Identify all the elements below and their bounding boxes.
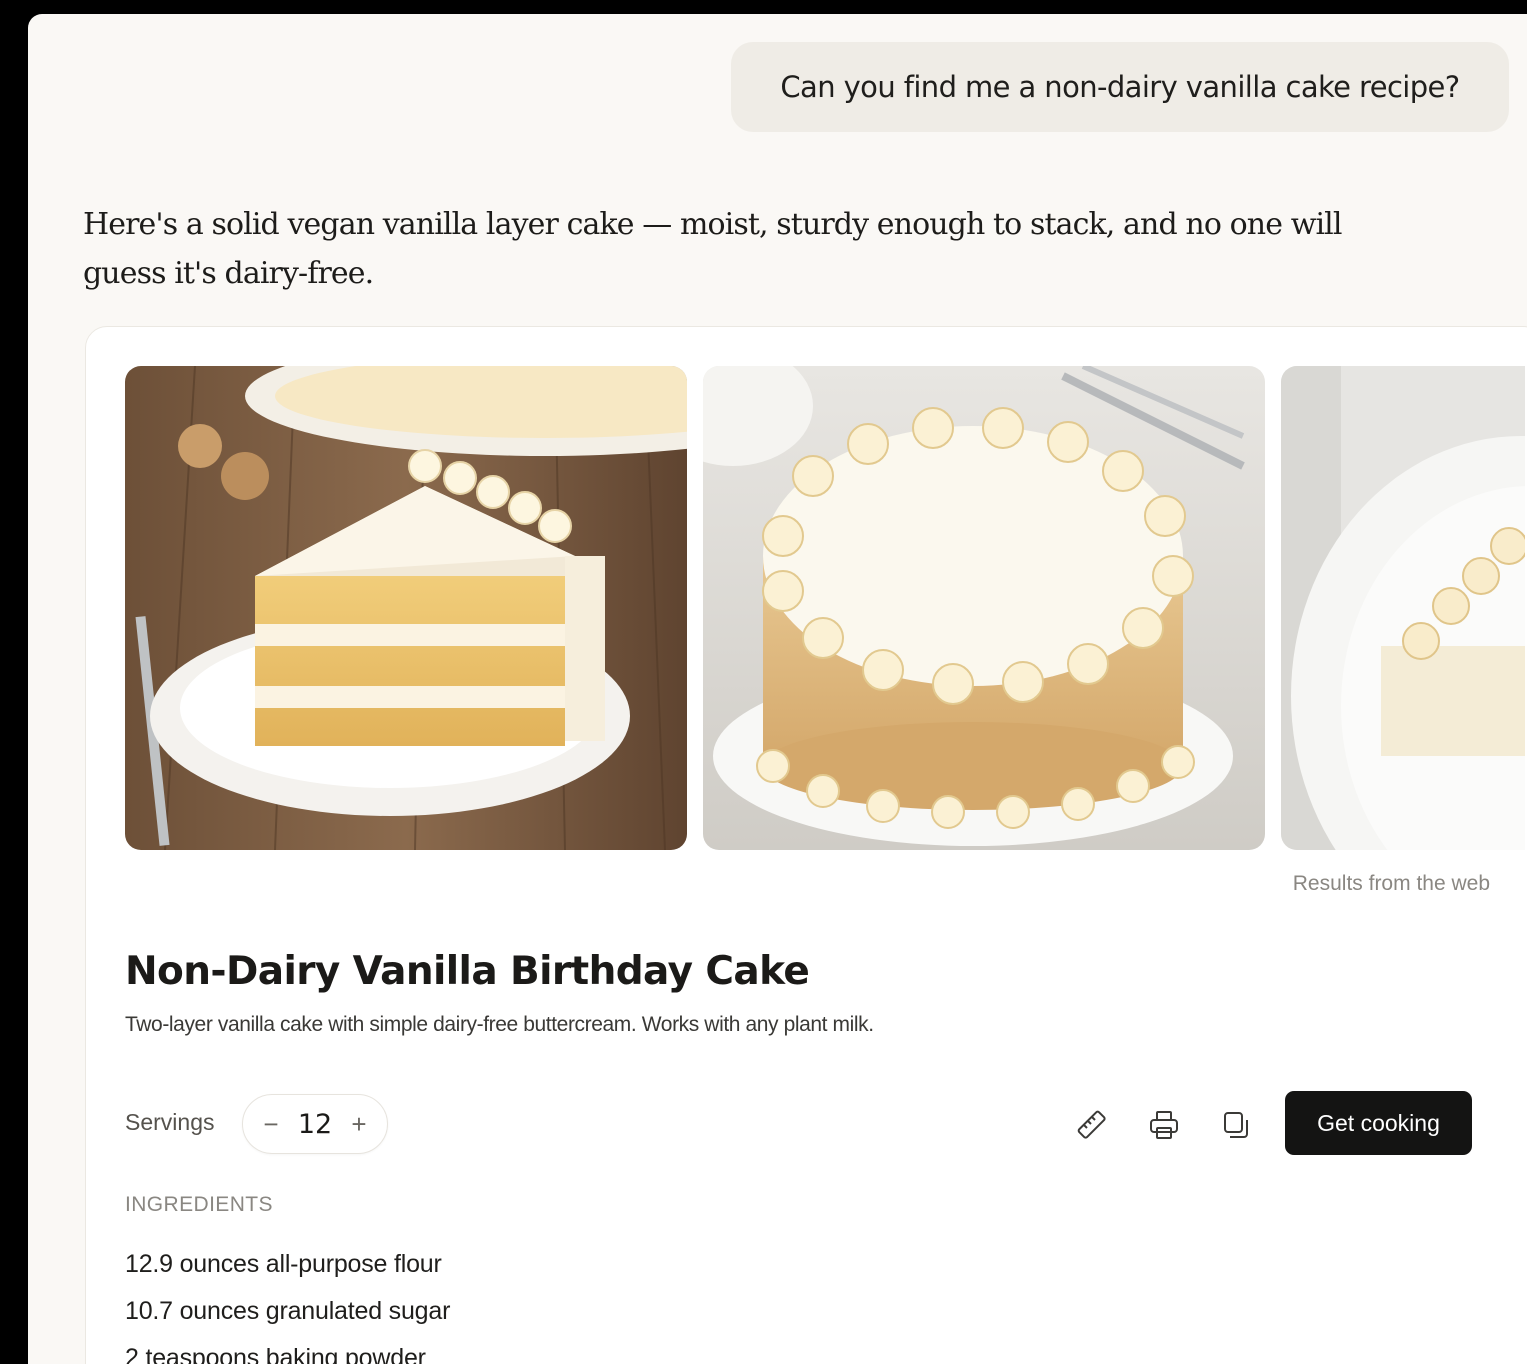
get-cooking-button[interactable]: Get cooking — [1285, 1091, 1472, 1155]
recipe-photo-partial[interactable] — [1281, 366, 1525, 850]
assistant-message-text: Here's a solid vegan vanilla layer cake … — [83, 207, 1342, 291]
user-message-text: Can you find me a non-dairy vanilla cake… — [780, 70, 1460, 104]
user-message-bubble: Can you find me a non-dairy vanilla cake… — [731, 42, 1509, 132]
servings-value: 12 — [297, 1108, 333, 1140]
servings-decrement-button[interactable]: − — [261, 1109, 281, 1140]
recipe-photo-whole-cake[interactable] — [703, 366, 1265, 850]
servings-stepper: − 12 + — [242, 1094, 388, 1154]
recipe-description: Two-layer vanilla cake with simple dairy… — [125, 1013, 874, 1036]
image-gallery — [125, 366, 1525, 850]
ingredient-item: 12.9 ounces all-purpose flour — [125, 1250, 442, 1278]
chat-window: Can you find me a non-dairy vanilla cake… — [28, 14, 1527, 1364]
copy-icon[interactable] — [1216, 1105, 1256, 1145]
servings-label: Servings — [125, 1109, 215, 1135]
ruler-icon[interactable] — [1072, 1105, 1112, 1145]
ingredient-item: 10.7 ounces granulated sugar — [125, 1297, 451, 1325]
recipe-photo-slice[interactable] — [125, 366, 687, 850]
print-icon[interactable] — [1144, 1105, 1184, 1145]
recipe-card: Results from the web Non-Dairy Vanilla B… — [85, 326, 1527, 1364]
ingredients-heading: INGREDIENTS — [125, 1193, 273, 1216]
ingredients-list: 12.9 ounces all-purpose flour 10.7 ounce… — [125, 1249, 450, 1364]
ingredient-item: 2 teaspoons baking powder — [125, 1344, 426, 1364]
web-results-note: Results from the web — [1292, 872, 1490, 895]
servings-increment-button[interactable]: + — [349, 1109, 369, 1140]
recipe-title: Non-Dairy Vanilla Birthday Cake — [125, 949, 810, 994]
